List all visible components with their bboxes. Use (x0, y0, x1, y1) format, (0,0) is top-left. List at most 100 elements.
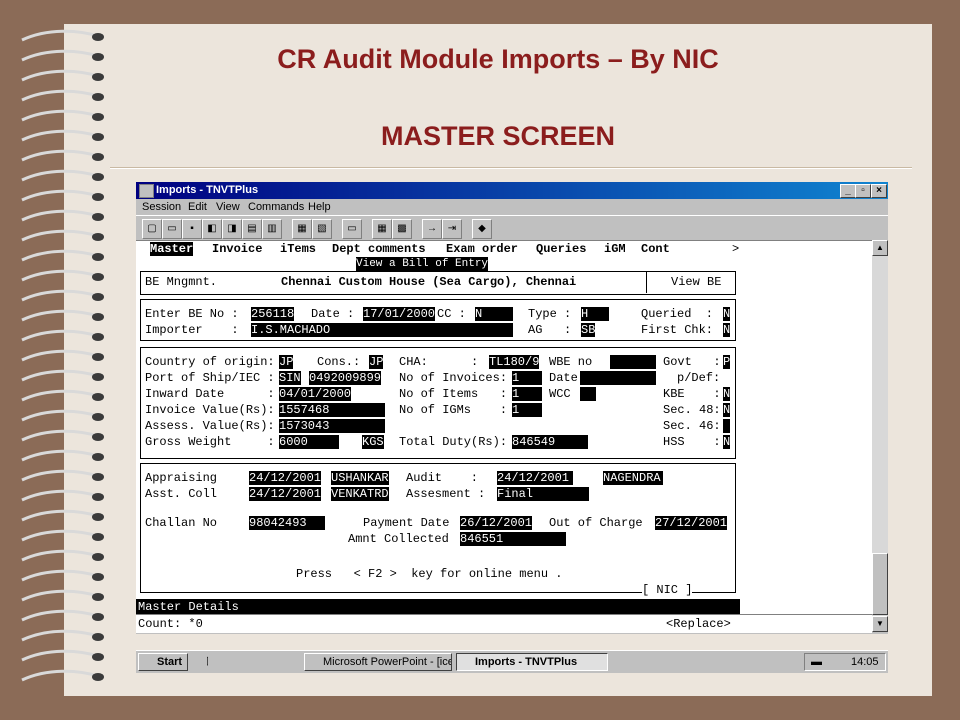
app-icon (139, 184, 154, 198)
tab-more[interactable]: > (732, 242, 739, 256)
spiral-hole (92, 233, 104, 241)
cha-field[interactable]: TL180/9 (489, 355, 540, 369)
queried-field[interactable]: N (723, 307, 731, 321)
new-icon[interactable]: ▢ (142, 219, 162, 239)
audit-label: Audit : (406, 471, 479, 485)
spiral-hole (92, 313, 104, 321)
connect-icon[interactable]: ◧ (202, 219, 222, 239)
quicklaunch-icon[interactable]: ▣ (192, 653, 208, 669)
type-field[interactable]: H (581, 307, 609, 321)
be-no-field[interactable]: 256118 (251, 307, 295, 321)
wcc-label: WCC (549, 387, 571, 401)
menu-commands[interactable]: Commands (248, 201, 304, 213)
open-icon[interactable]: ▭ (162, 219, 182, 239)
scroll-down-icon[interactable]: ▼ (872, 616, 888, 632)
menu-edit[interactable]: Edit (188, 201, 207, 213)
assesment-field[interactable]: Final (497, 487, 589, 501)
audit-name[interactable]: NAGENDRA (603, 471, 663, 485)
cons-field[interactable]: JP (369, 355, 384, 369)
print-icon[interactable]: ▥ (262, 219, 282, 239)
first-chk-field[interactable]: N (723, 323, 731, 337)
date-label: Date : (311, 307, 355, 321)
tooltip: View a Bill of Entry (356, 257, 489, 271)
tray-network-icon[interactable]: ▬ (811, 654, 822, 670)
menu-help[interactable]: Help (308, 201, 331, 213)
tab-items[interactable]: iTems (280, 242, 316, 256)
receive-icon[interactable]: ⇥ (442, 219, 462, 239)
terminal-screen[interactable]: Master Invoice iTems Dept comments Exam … (136, 240, 872, 615)
scroll-up-icon[interactable]: ▲ (872, 240, 888, 256)
send-icon[interactable]: → (422, 219, 442, 239)
importer-field[interactable]: I.S.MACHADO (251, 323, 513, 337)
task-powerpoint[interactable]: Microsoft PowerPoint - [ice... (304, 653, 452, 671)
tab-dept-comments[interactable]: Dept comments (332, 242, 426, 256)
menu-view[interactable]: View (216, 201, 240, 213)
disconnect-icon[interactable]: ◨ (222, 219, 242, 239)
wcc-field[interactable] (580, 387, 596, 401)
port-label: Port of Ship/IEC : (145, 371, 275, 385)
count-text: Count: *0 (138, 617, 203, 631)
config-icon[interactable]: ▤ (242, 219, 262, 239)
ag-field[interactable]: SB (581, 323, 596, 337)
no-invoices-label: No of Invoices: (399, 371, 508, 385)
menu-session[interactable]: Session (142, 201, 181, 213)
spiral-hole (92, 113, 104, 121)
macro-icon[interactable]: ◆ (472, 219, 492, 239)
inward-field[interactable]: 04/01/2000 (279, 387, 352, 401)
scroll-thumb[interactable] (872, 553, 888, 615)
transfer-icon[interactable]: ▩ (392, 219, 412, 239)
tab-queries[interactable]: Queries (536, 242, 586, 256)
tab-invoice[interactable]: Invoice (212, 242, 262, 256)
hss-field[interactable]: N (723, 435, 731, 449)
restore-button[interactable]: ▫ (855, 184, 871, 198)
kbe-label: KBE : (663, 387, 721, 401)
amnt-collected-field[interactable]: 846551 (460, 532, 566, 546)
tab-cont[interactable]: Cont (641, 242, 670, 256)
grid-icon[interactable]: ▦ (372, 219, 392, 239)
asst-coll-name[interactable]: VENKATRD (331, 487, 389, 501)
start-button[interactable]: Start (138, 653, 188, 671)
paste-icon[interactable]: ▧ (312, 219, 332, 239)
minimize-button[interactable]: _ (840, 184, 856, 198)
date2-field[interactable] (580, 371, 656, 385)
display-icon[interactable]: ▭ (342, 219, 362, 239)
tab-exam-order[interactable]: Exam order (446, 242, 518, 256)
kbe-field[interactable]: N (723, 387, 731, 401)
challan-field[interactable]: 98042493 (249, 516, 325, 530)
appraising-date[interactable]: 24/12/2001 (249, 471, 322, 485)
asst-coll-date[interactable]: 24/12/2001 (249, 487, 322, 501)
sec46-field[interactable] (723, 419, 731, 433)
total-duty-field[interactable]: 846549 (512, 435, 588, 449)
invoice-value-field[interactable]: 1557468 (279, 403, 385, 417)
p-def-label: p/Def: (677, 371, 721, 385)
audit-date[interactable]: 24/12/2001 (497, 471, 573, 485)
sec48-field[interactable]: N (723, 403, 731, 417)
no-invoices-field[interactable]: 1 (512, 371, 542, 385)
close-button[interactable]: × (871, 184, 887, 198)
assess-value-field[interactable]: 1573043 (279, 419, 385, 433)
tab-master[interactable]: Master (150, 242, 194, 256)
gross-weight-field[interactable]: 6000 (279, 435, 339, 449)
date-field[interactable]: 17/01/2000 (363, 307, 436, 321)
iec-field[interactable]: 0492009899 (309, 371, 382, 385)
task-imports[interactable]: Imports - TNVTPlus (456, 653, 608, 671)
spiral-ring (21, 489, 99, 502)
copy-icon[interactable]: ▦ (292, 219, 312, 239)
no-items-field[interactable]: 1 (512, 387, 542, 401)
tab-igm[interactable]: iGM (604, 242, 626, 256)
cc-field[interactable]: N (475, 307, 513, 321)
spiral-ring (21, 429, 99, 442)
vertical-scrollbar[interactable]: ▲ ▼ (872, 240, 888, 632)
wbe-field[interactable] (610, 355, 656, 369)
govt-field[interactable]: P (723, 355, 731, 369)
no-igms-field[interactable]: 1 (512, 403, 542, 417)
window-titlebar[interactable]: Imports - TNVTPlus _ ▫ × (136, 182, 888, 199)
out-of-charge-field[interactable]: 27/12/2001 (655, 516, 728, 530)
save-icon[interactable]: ▪ (182, 219, 202, 239)
payment-date-field[interactable]: 26/12/2001 (460, 516, 533, 530)
port-field[interactable]: SIN (279, 371, 301, 385)
slide-title: CR Audit Module Imports – By NIC (277, 44, 719, 74)
spiral-hole (92, 613, 104, 621)
country-field[interactable]: JP (279, 355, 294, 369)
appraising-name[interactable]: USHANKAR (331, 471, 389, 485)
